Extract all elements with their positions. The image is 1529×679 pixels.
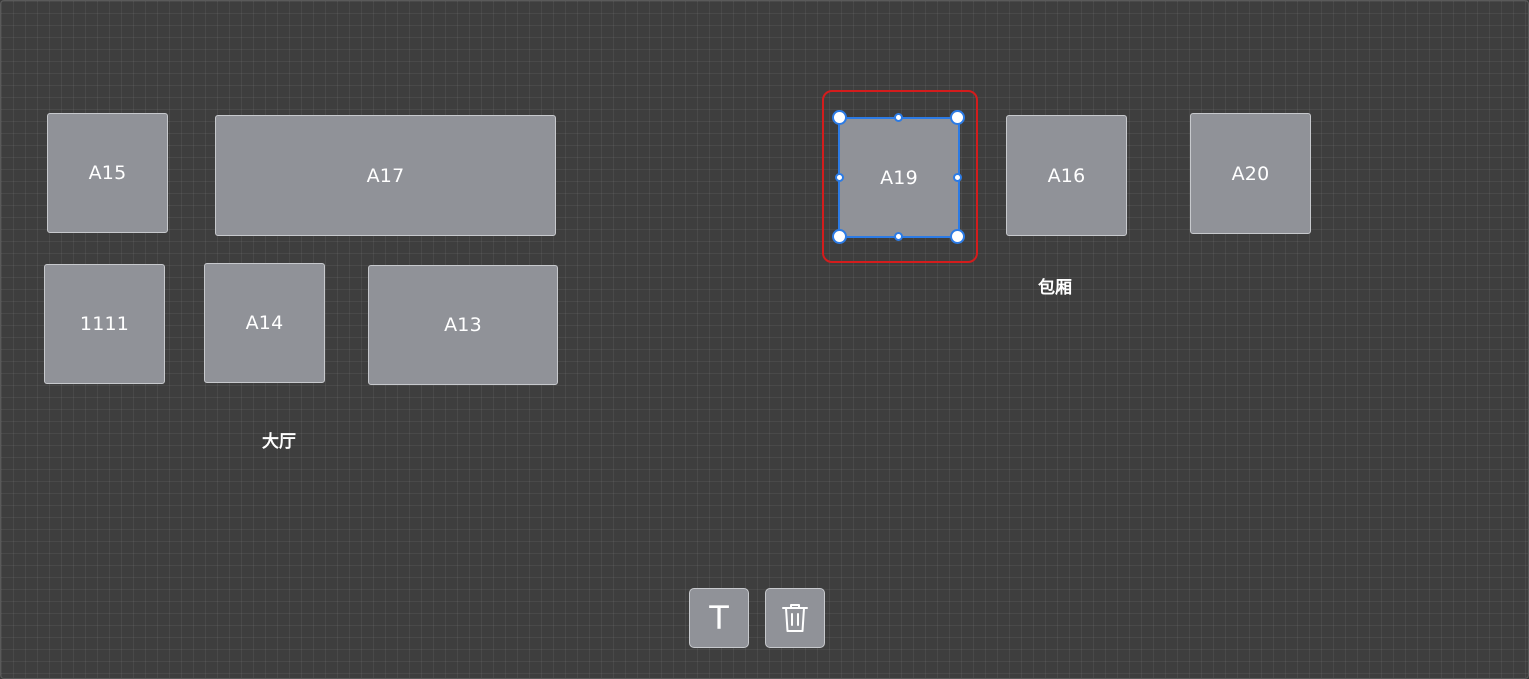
table-a19[interactable]: A19 <box>838 117 960 238</box>
text-icon: T <box>709 599 729 637</box>
table-a20[interactable]: A20 <box>1190 113 1311 234</box>
delete-button[interactable] <box>765 588 825 648</box>
table-label: A13 <box>444 314 482 336</box>
trash-icon <box>782 604 808 632</box>
resize-handle-bottom-right[interactable] <box>950 229 965 244</box>
table-label: A15 <box>88 162 127 184</box>
table-a17[interactable]: A17 <box>215 115 556 236</box>
resize-handle-top-left[interactable] <box>832 110 847 125</box>
table-label: A20 <box>1231 162 1270 185</box>
table-label: 1111 <box>79 313 130 335</box>
table-a15[interactable]: A15 <box>47 113 168 233</box>
resize-handle-right[interactable] <box>953 173 962 182</box>
add-text-button[interactable]: T <box>689 588 749 648</box>
table-label: A16 <box>1047 164 1086 187</box>
table-a13[interactable]: A13 <box>368 265 558 385</box>
area-label-hall[interactable]: 大厅 <box>262 427 296 452</box>
table-label: A19 <box>880 166 918 189</box>
resize-handle-top-right[interactable] <box>950 110 965 125</box>
area-label-private-room[interactable]: 包厢 <box>1038 273 1072 298</box>
table-a16[interactable]: A16 <box>1006 115 1127 236</box>
resize-handle-bottom-left[interactable] <box>832 229 847 244</box>
resize-handle-left[interactable] <box>835 173 844 182</box>
table-a14[interactable]: A14 <box>204 263 325 383</box>
table-label: A14 <box>245 312 284 334</box>
table-1111[interactable]: 1111 <box>44 264 165 384</box>
resize-handle-bottom[interactable] <box>894 232 903 241</box>
resize-handle-top[interactable] <box>894 113 903 122</box>
floor-plan-canvas[interactable]: A15 A17 1111 A14 A13 大厅 A19 A16 A20 包厢 T <box>0 0 1529 679</box>
table-label: A17 <box>366 164 405 187</box>
